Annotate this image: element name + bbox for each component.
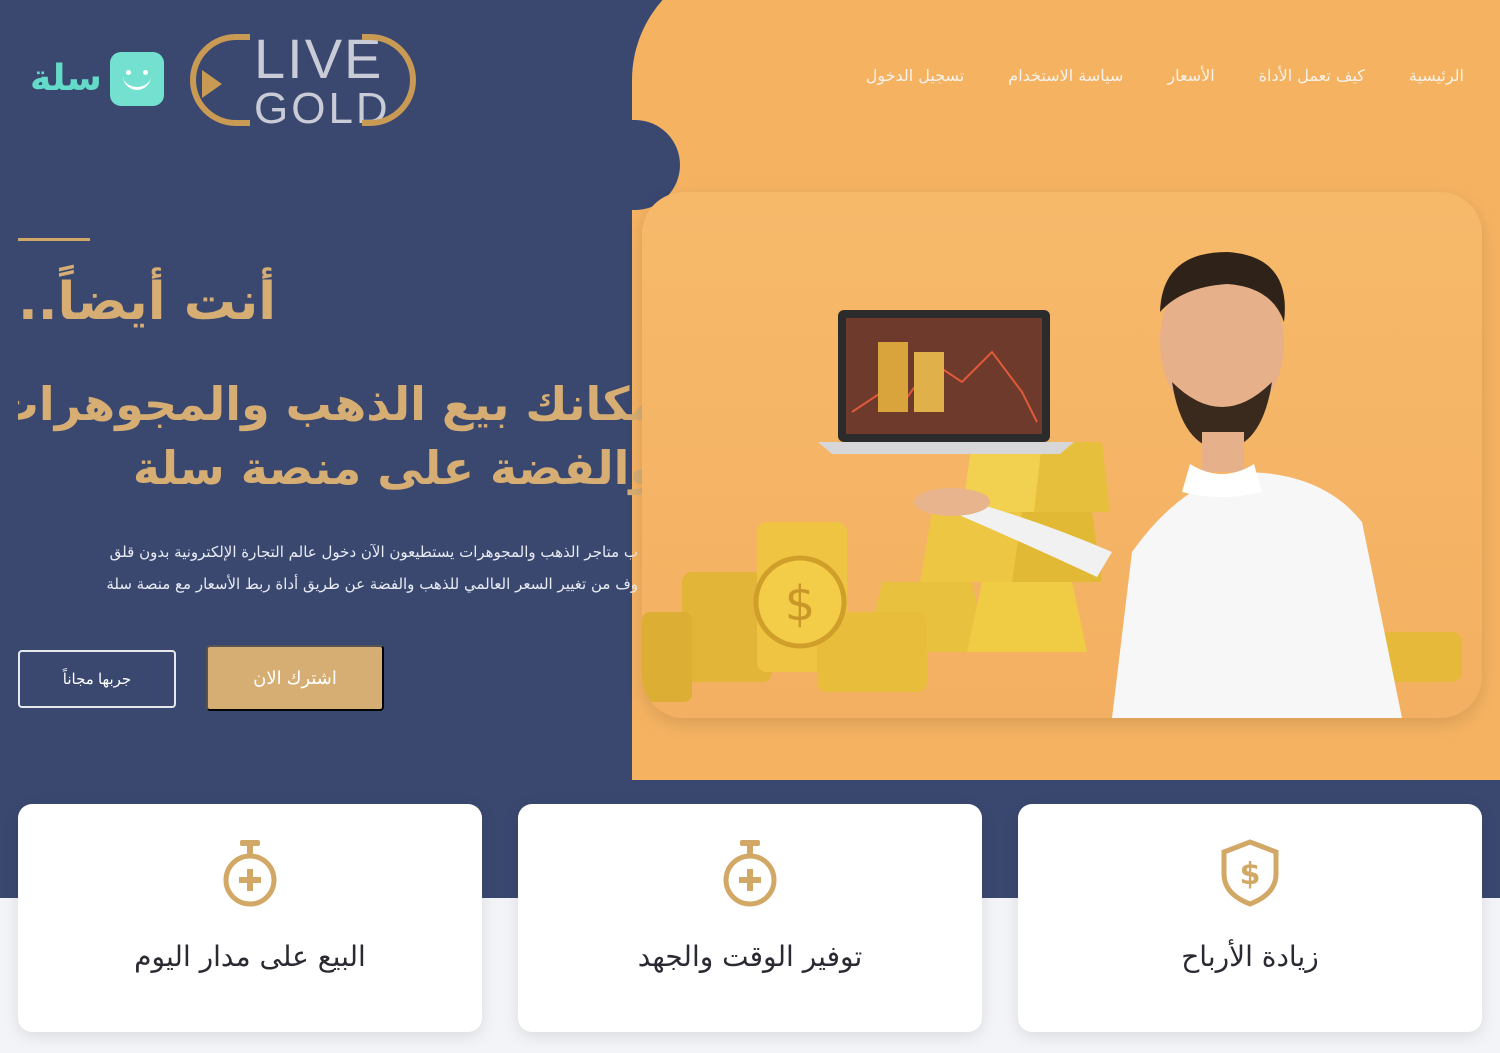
svg-text:$: $ [785,576,816,632]
nav-login[interactable]: تسجيل الدخول [866,66,965,85]
salla-logo-text: سلة [30,58,102,99]
hero-kicker: أنت أيضاً.. [18,272,277,332]
main-nav: الرئيسية كيف تعمل الأداة الأسعار سياسة ا… [866,66,1464,85]
blob-notch [560,120,680,210]
hero-description-line-2: وف من تغيير السعر العالمي للذهب والفضة ع… [106,575,638,593]
svg-text:$: $ [1240,857,1261,892]
logo-bracket-right [362,34,416,126]
hero-title-line-2: والفضة على منصة سلة [132,441,658,495]
hero-description: ب متاجر الذهب والمجوهرات يستطيعون الآن د… [18,536,638,600]
nav-pricing[interactable]: الأسعار [1167,66,1214,85]
logo-arrow-icon [202,70,222,98]
stopwatch-icon [223,840,277,907]
feature-label-save-time: توفير الوقت والجهد [637,940,863,973]
hero-title-line-1: مكانك بيع الذهب والمجوهرات [18,377,658,431]
try-free-button[interactable]: جربها مجاناً [18,650,176,708]
hero-description-line-1: ب متاجر الذهب والمجوهرات يستطيعون الآن د… [109,543,638,561]
hero-image: $ [642,192,1482,718]
feature-card-sell-all-day: البيع على مدار اليوم [18,804,482,1032]
nav-home[interactable]: الرئيسية [1409,66,1464,85]
stopwatch-icon [723,840,777,907]
salla-logo[interactable]: سلة [30,52,164,106]
nav-how-it-works[interactable]: كيف تعمل الأداة [1259,66,1365,85]
feature-label-increase-profit: زيادة الأرباح [1181,940,1319,973]
hero-title: مكانك بيع الذهب والمجوهرات والفضة على من… [18,372,658,500]
feature-label-sell-all-day: البيع على مدار اليوم [134,940,366,973]
subscribe-now-button[interactable]: اشترك الان [206,645,384,711]
feature-card-save-time: توفير الوقت والجهد [518,804,982,1032]
live-gold-logo[interactable]: LIVE GOLD [190,26,430,136]
dollar-shield-icon: $ [1221,839,1279,907]
nav-usage-policy[interactable]: سياسة الاستخدام [1008,66,1123,85]
laptop-icon [818,310,1074,454]
hero-accent-line [18,238,90,241]
hero-illustration: $ [642,252,1462,718]
salla-bag-icon [109,52,164,106]
feature-card-increase-profit: $ زيادة الأرباح [1018,804,1482,1032]
